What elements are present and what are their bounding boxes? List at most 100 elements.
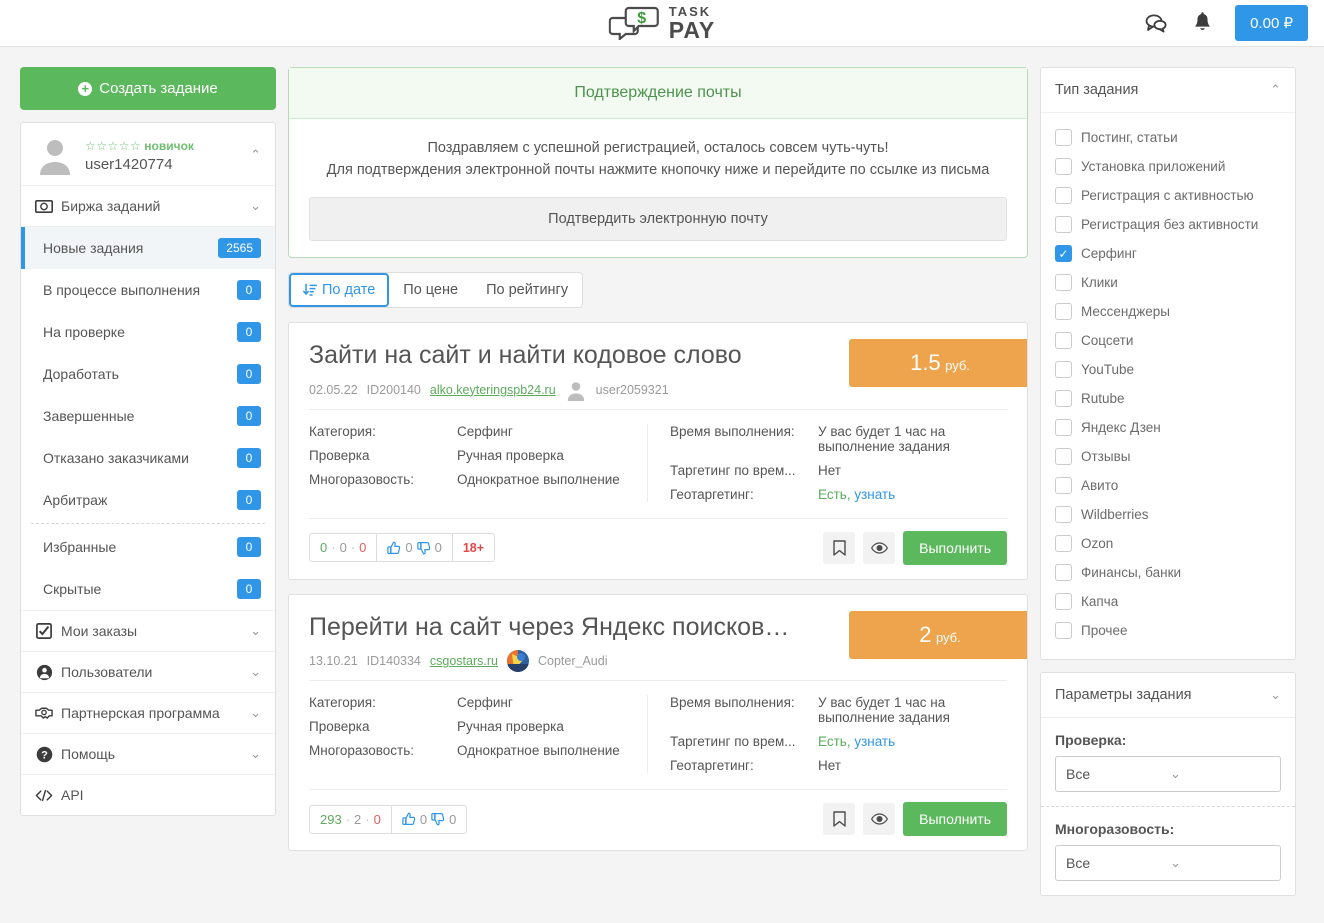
checkbox-icon[interactable] [1055,593,1072,610]
sidebar-section-affiliate[interactable]: Партнерская программа ⌄ [21,692,275,733]
filter-option-messengers[interactable]: Мессенджеры [1055,297,1281,326]
checkbox-icon[interactable] [1055,361,1072,378]
checkbox-icon[interactable] [1055,129,1072,146]
sidebar-item-label: На проверке [43,324,237,340]
sidebar-section-my-orders[interactable]: Мои заказы ⌄ [21,610,275,651]
filter-option-surfing[interactable]: Серфинг [1055,239,1281,268]
checkbox-checked-icon[interactable] [1055,245,1072,262]
checkbox-icon[interactable] [1055,303,1072,320]
filter-option-label: Регистрация без активности [1081,217,1258,232]
checkbox-icon[interactable] [1055,216,1072,233]
eye-icon[interactable] [863,803,895,835]
sidebar-item-favorites[interactable]: Избранные 0 [21,526,275,568]
filter-option-reg-active[interactable]: Регистрация с активностью [1055,181,1281,210]
filter-option-reg-inactive[interactable]: Регистрация без активности [1055,210,1281,239]
task-type-filter-header[interactable]: Тип задания ⌃ [1041,68,1295,113]
chat-bubbles-icon[interactable] [1143,10,1169,36]
svg-text:$: $ [637,10,646,27]
filter-option-rutube[interactable]: Rutube [1055,384,1281,413]
sidebar-section-label: Партнерская программа [61,705,238,721]
chevron-down-icon: ⌄ [246,664,261,680]
geotargeting-link[interactable]: Есть, узнать [818,487,1007,502]
chevron-down-icon: ⌄ [1266,687,1281,703]
check-type-select[interactable]: Все ⌄ [1055,756,1281,792]
time-targeting-link[interactable]: Есть, узнать [818,734,1007,749]
bookmark-icon[interactable] [823,803,855,835]
sidebar-section-api[interactable]: API [21,774,275,815]
task-title[interactable]: Зайти на сайт и найти кодовое слово [309,341,854,370]
repeat-type-select[interactable]: Все ⌄ [1055,845,1281,881]
detail-value: У вас будет 1 час на выполнение задания [818,695,1007,725]
checkbox-icon[interactable] [1055,506,1072,523]
filter-option-socials[interactable]: Соцсети [1055,326,1281,355]
task-params-filter-header[interactable]: Параметры задания ⌄ [1041,673,1295,718]
filter-option-youtube[interactable]: YouTube [1055,355,1281,384]
confirm-email-button[interactable]: Подтвердить электронную почту [309,197,1007,241]
filter-option-clicks[interactable]: Клики [1055,268,1281,297]
balance-button[interactable]: 0.00 ₽ [1235,5,1308,41]
sidebar-item-count: 0 [237,448,261,468]
checkbox-icon[interactable] [1055,622,1072,639]
checkbox-icon[interactable] [1055,564,1072,581]
detail-value: Ручная проверка [457,448,647,463]
sidebar-item-on-review[interactable]: На проверке 0 [21,311,275,353]
task-author[interactable]: Copter_Audi [538,654,608,668]
tab-sort-by-rating[interactable]: По рейтингу [472,273,582,307]
do-task-button[interactable]: Выполнить [903,531,1007,565]
checkbox-icon[interactable] [1055,535,1072,552]
filter-option-ozon[interactable]: Ozon [1055,529,1281,558]
checkbox-icon[interactable] [1055,158,1072,175]
create-task-button[interactable]: + Создать задание [20,67,276,110]
task-author[interactable]: user2059321 [596,383,669,397]
price-value: 2 [919,622,931,647]
user-block[interactable]: ☆☆☆☆☆новичок user1420774 ⌃ [21,123,275,185]
sidebar-section-exchange[interactable]: Биржа заданий ⌄ [21,185,275,226]
eye-icon[interactable] [863,532,895,564]
checkbox-icon[interactable] [1055,274,1072,291]
filter-option-avito[interactable]: Авито [1055,471,1281,500]
filter-option-other[interactable]: Прочее [1055,616,1281,645]
price-currency: руб. [945,358,970,373]
checkbox-icon[interactable] [1055,187,1072,204]
filter-option-posting[interactable]: Постинг, статьи [1055,123,1281,152]
thumbs-up-icon [387,541,401,555]
filter-option-wildberries[interactable]: Wildberries [1055,500,1281,529]
tab-sort-by-date[interactable]: По дате [289,273,389,307]
filter-option-reviews[interactable]: Отзывы [1055,442,1281,471]
select-value: Все [1066,855,1166,871]
do-task-button[interactable]: Выполнить [903,802,1007,836]
chevron-down-icon: ⌄ [246,198,261,214]
filter-option-label: Соцсети [1081,333,1133,348]
task-site-link[interactable]: csgostars.ru [430,654,498,668]
detail-label: Проверка [309,719,457,734]
sidebar-section-help[interactable]: ? Помощь ⌄ [21,733,275,774]
bookmark-icon[interactable] [823,532,855,564]
detail-label: Многоразовость: [309,472,457,487]
sidebar-item-rejected[interactable]: Отказано заказчиками 0 [21,437,275,479]
filter-option-finance[interactable]: Финансы, банки [1055,558,1281,587]
filter-option-yandex-dzen[interactable]: Яндекс Дзен [1055,413,1281,442]
task-site-link[interactable]: alko.keyteringspb24.ru [430,383,556,397]
logo[interactable]: $ TASK PAY [609,5,715,42]
filter-option-captcha[interactable]: Капча [1055,587,1281,616]
checkbox-icon[interactable] [1055,448,1072,465]
filter-option-app-install[interactable]: Установка приложений [1055,152,1281,181]
sidebar-item-arbitrage[interactable]: Арбитраж 0 [21,479,275,521]
alert-body: Поздравляем с успешной регистрацией, ост… [289,119,1027,257]
chevron-up-icon[interactable]: ⌃ [246,147,261,163]
code-icon [35,787,53,803]
checkbox-icon[interactable] [1055,477,1072,494]
checkbox-icon[interactable] [1055,390,1072,407]
checkbox-icon[interactable] [1055,419,1072,436]
checkbox-icon[interactable] [1055,332,1072,349]
sidebar-item-new-tasks[interactable]: Новые задания 2565 [21,227,275,269]
sidebar-item-completed[interactable]: Завершенные 0 [21,395,275,437]
bell-icon[interactable] [1189,10,1215,36]
detail-value: Серфинг [457,695,647,710]
sidebar-section-users[interactable]: Пользователи ⌄ [21,651,275,692]
tab-sort-by-price[interactable]: По цене [389,273,472,307]
sidebar-item-in-progress[interactable]: В процессе выполнения 0 [21,269,275,311]
task-title[interactable]: Перейти на сайт через Яндекс поисков… [309,613,854,642]
sidebar-item-rework[interactable]: Доработать 0 [21,353,275,395]
sidebar-item-hidden[interactable]: Скрытые 0 [21,568,275,610]
